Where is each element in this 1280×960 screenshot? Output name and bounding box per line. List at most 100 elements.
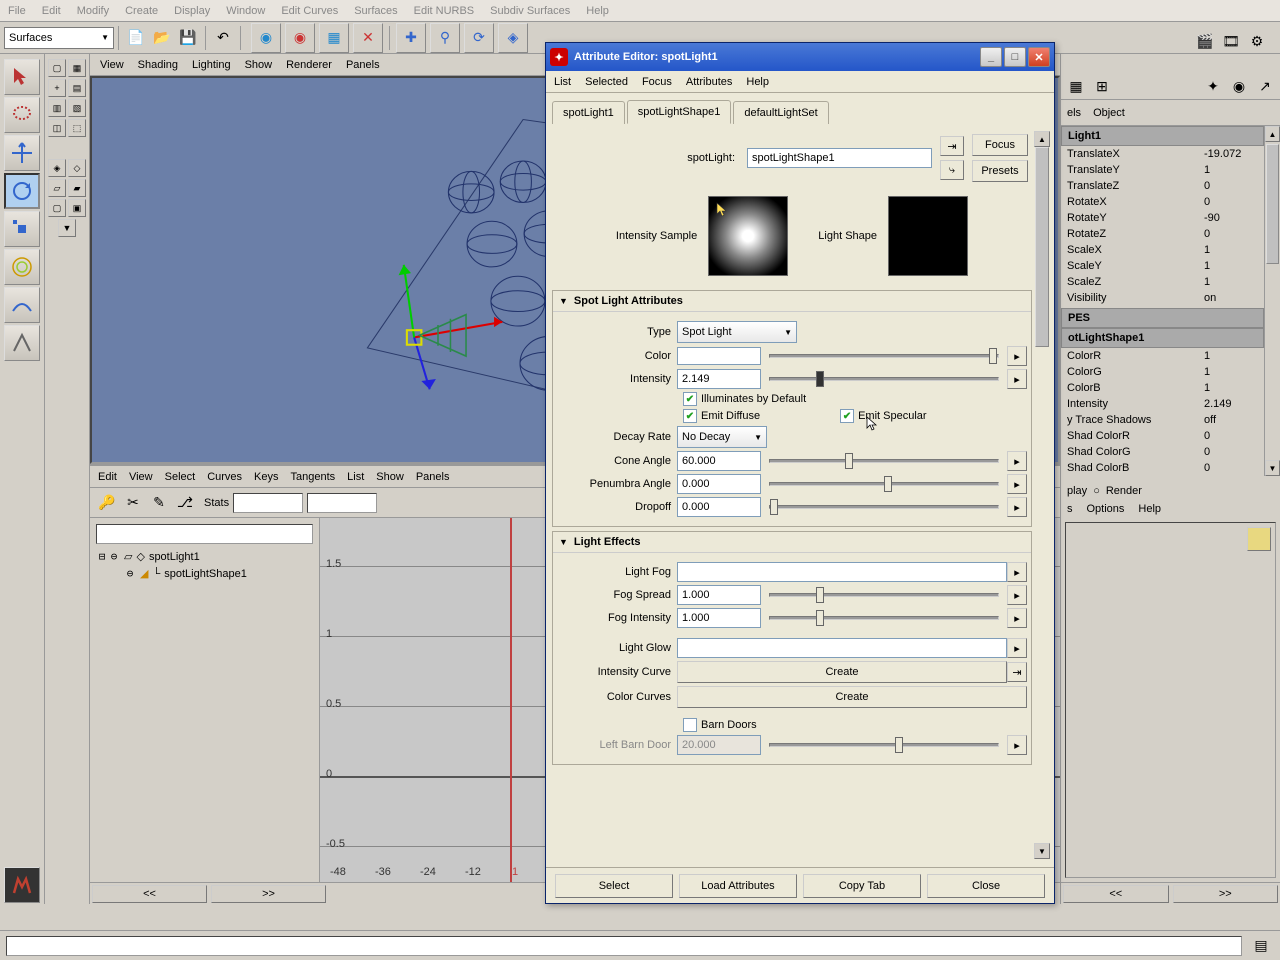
specular-checkbox[interactable]: ✔ (840, 409, 854, 423)
cb-attr-row[interactable]: ScaleZ1 (1061, 274, 1264, 290)
copy-tab-button[interactable]: Copy Tab (803, 874, 921, 898)
cb-attr-row[interactable]: TranslateY1 (1061, 162, 1264, 178)
ge-menu[interactable]: Keys (254, 471, 278, 483)
color-swatch[interactable] (677, 347, 761, 365)
cb-attr-value[interactable]: 0 (1204, 180, 1258, 192)
cb-attr-row[interactable]: RotateY-90 (1061, 210, 1264, 226)
dropoff-slider[interactable] (769, 505, 999, 509)
cb-attr-value[interactable]: 1 (1204, 350, 1258, 362)
close-button[interactable]: ✕ (1028, 47, 1050, 67)
layout-icon[interactable]: ⬚ (68, 119, 86, 137)
decay-dropdown[interactable]: No Decay▼ (677, 426, 767, 448)
menu-help[interactable]: Help (586, 5, 609, 17)
nav-prev[interactable]: << (92, 885, 207, 903)
shelf-icon[interactable]: ✚ (396, 23, 426, 53)
map-button[interactable]: ▸ (1007, 346, 1027, 366)
cb-attr-value[interactable]: 1 (1204, 164, 1258, 176)
vp-menu-view[interactable]: View (100, 59, 124, 71)
cb-attr-value[interactable]: -90 (1204, 212, 1258, 224)
layout-icon[interactable]: ▥ (48, 99, 66, 117)
cb-node-name[interactable]: Light1 (1061, 126, 1264, 146)
map-button[interactable]: ▸ (1007, 735, 1027, 755)
minimize-button[interactable]: _ (980, 47, 1002, 67)
select-button[interactable]: Select (555, 874, 673, 898)
illum-checkbox[interactable]: ✔ (683, 392, 697, 406)
cb-menu2[interactable]: Options (1087, 503, 1125, 515)
vp-menu-lighting[interactable]: Lighting (192, 59, 231, 71)
cone-field[interactable] (677, 451, 761, 471)
cb-tab2[interactable]: play (1067, 485, 1087, 497)
cb-shape-name[interactable]: otLightShape1 (1061, 328, 1264, 348)
ge-menu[interactable]: Panels (416, 471, 450, 483)
nav-next[interactable]: >> (211, 885, 326, 903)
ge-menu[interactable]: Curves (207, 471, 242, 483)
shelf-icon[interactable]: ⟳ (464, 23, 494, 53)
last-tool[interactable] (4, 325, 40, 361)
shelf-icon[interactable]: ◉ (285, 23, 315, 53)
arrow-icon[interactable]: ↗ (1254, 75, 1276, 97)
menu-editcurves[interactable]: Edit Curves (281, 5, 338, 17)
vp-menu-renderer[interactable]: Renderer (286, 59, 332, 71)
menu-create[interactable]: Create (125, 5, 158, 17)
cb-attr-value[interactable]: off (1204, 414, 1258, 426)
cb-attr-value[interactable]: 0 (1204, 462, 1258, 474)
soft-mod-tool[interactable] (4, 287, 40, 323)
cb-attr-value[interactable]: 0 (1204, 446, 1258, 458)
layout-single[interactable]: ▢ (48, 59, 66, 77)
layout-icon[interactable]: ▰ (68, 179, 86, 197)
fogintensity-slider[interactable] (769, 616, 999, 620)
module-dropdown[interactable]: Surfaces▼ (4, 27, 114, 49)
cb-attr-row[interactable]: Visibilityon (1061, 290, 1264, 306)
ae-tab-lightset[interactable]: defaultLightSet (733, 101, 828, 124)
cb-menu2[interactable]: s (1067, 503, 1073, 515)
presets-button[interactable]: Presets (972, 160, 1028, 182)
menu-editnurbs[interactable]: Edit NURBS (414, 5, 475, 17)
cb-tab[interactable]: els (1067, 107, 1081, 119)
cb-menu2[interactable]: Help (1138, 503, 1161, 515)
cb-attr-row[interactable]: Intensity2.149 (1061, 396, 1264, 412)
cb-attr-row[interactable]: TranslateX-19.072 (1061, 146, 1264, 162)
barndoors-checkbox[interactable] (683, 718, 697, 732)
tangent-icon[interactable]: ✂ (122, 492, 144, 514)
layout-icon[interactable]: ▧ (68, 99, 86, 117)
cb-attr-value[interactable]: 1 (1204, 276, 1258, 288)
ae-menu[interactable]: Attributes (686, 76, 732, 88)
cb-attr-row[interactable]: Shad ColorB0 (1061, 460, 1264, 476)
maximize-button[interactable]: □ (1004, 47, 1026, 67)
shelf-icon[interactable]: ▦ (319, 23, 349, 53)
cb-attr-row[interactable]: ScaleY1 (1061, 258, 1264, 274)
cb-attr-value[interactable]: on (1204, 292, 1258, 304)
ae-menu[interactable]: Selected (585, 76, 628, 88)
menu-surfaces[interactable]: Surfaces (354, 5, 397, 17)
ge-menu[interactable]: Show (376, 471, 404, 483)
cb-nav-prev[interactable]: << (1063, 885, 1169, 903)
scroll-up-icon[interactable]: ▲ (1034, 131, 1050, 147)
tangent-icon[interactable]: ✎ (148, 492, 170, 514)
cb-attr-row[interactable]: Shad ColorG0 (1061, 444, 1264, 460)
cb-attr-row[interactable]: ColorG1 (1061, 364, 1264, 380)
cb-attr-value[interactable]: 1 (1204, 382, 1258, 394)
stats-input-2[interactable] (307, 493, 377, 513)
scroll-down-icon[interactable]: ▼ (1265, 460, 1280, 476)
render-icon[interactable]: 🎬 (1194, 30, 1216, 52)
fogintensity-field[interactable] (677, 608, 761, 628)
cb-attr-value[interactable]: 1 (1204, 366, 1258, 378)
cb-attr-value[interactable]: 1 (1204, 244, 1258, 256)
command-line[interactable] (6, 936, 1242, 956)
menu-file[interactable]: File (8, 5, 26, 17)
layout-icon[interactable]: ◈ (48, 159, 66, 177)
map-button[interactable]: ▸ (1007, 562, 1027, 582)
cb-attr-value[interactable]: 0 (1204, 430, 1258, 442)
penumbra-slider[interactable] (769, 482, 999, 486)
map-button[interactable]: ▸ (1007, 638, 1027, 658)
cb-attr-row[interactable]: Shad ColorR0 (1061, 428, 1264, 444)
light-shape-swatch[interactable] (888, 196, 968, 276)
go-to-input-icon[interactable]: ⇥ (940, 136, 964, 156)
shelf-icon[interactable]: ◉ (251, 23, 281, 53)
map-button[interactable]: ▸ (1007, 474, 1027, 494)
ae-titlebar[interactable]: ✦ Attribute Editor: spotLight1 _ □ ✕ (546, 43, 1054, 71)
layout-icon[interactable]: + (48, 79, 66, 97)
manip-tool[interactable] (4, 249, 40, 285)
axis-icon[interactable]: ✦ (1202, 75, 1224, 97)
diffuse-checkbox[interactable]: ✔ (683, 409, 697, 423)
